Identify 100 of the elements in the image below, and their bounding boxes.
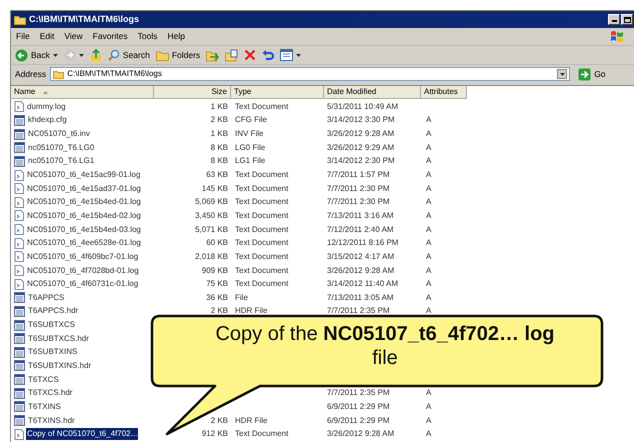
toolbar-button[interactable]: Back — [15, 48, 58, 62]
file-size: 5,071 KB — [195, 224, 228, 236]
file-name[interactable]: T6TXCS — [27, 374, 60, 386]
file-attributes: A — [426, 224, 432, 234]
file-size: 2,018 KB — [195, 250, 228, 263]
file-name[interactable]: NC051070_t6_4e15b4ed-03.log — [26, 224, 142, 236]
file-name[interactable]: NC051070_t6.inv — [27, 128, 91, 140]
file-size: 909 KB — [202, 264, 228, 276]
file-size: 3,450 KB — [195, 210, 228, 222]
file-type: Text Document — [235, 210, 288, 220]
file-name[interactable]: NC051070_t6_4f609bc7-01.log — [26, 250, 140, 263]
file-name[interactable]: nc051070_T6.LG0 — [27, 142, 96, 154]
file-size: 1 KB — [210, 128, 228, 140]
address-label: Address — [15, 68, 46, 80]
date-modified: 3/14/2012 2:30 PM — [327, 156, 395, 166]
toolbar-button[interactable]: Search — [108, 48, 150, 62]
date-modified: 5/31/2011 10:49 AM — [327, 102, 398, 111]
file-name[interactable]: khdexp.cfg — [27, 114, 68, 126]
file-name[interactable]: T6SUBTXINS — [27, 346, 78, 358]
file-type: INV File — [235, 129, 264, 138]
file-type: Text Document — [235, 429, 288, 438]
file-attributes: A — [426, 184, 432, 193]
date-modified: 3/26/2012 9:28 AM — [327, 429, 394, 438]
file-size: 36 KB — [206, 292, 228, 304]
file-name[interactable]: NC051070_t6_4e15b4ed-02.log — [26, 210, 142, 222]
file-size: 63 KB — [206, 169, 228, 182]
menu-item[interactable]: Favorites — [92, 30, 128, 43]
file-name[interactable]: T6SUBTXCS.hdr — [27, 332, 90, 345]
file-name[interactable]: T6TXCS.hdr — [27, 387, 74, 400]
file-attributes: A — [426, 306, 432, 316]
file-attributes: A — [426, 238, 432, 248]
date-modified: 7/7/2011 2:35 PM — [327, 306, 390, 316]
file-type: Text Document — [235, 197, 288, 206]
column-header[interactable]: Name — [11, 86, 154, 99]
file-type: Text Document — [235, 279, 288, 288]
date-modified: 3/26/2012 9:29 AM — [327, 142, 394, 152]
file-attributes: A — [426, 388, 432, 398]
go-button[interactable]: Go — [578, 68, 606, 80]
file-attributes: A — [426, 266, 432, 274]
date-modified: 7/7/2011 2:35 PM — [327, 388, 390, 398]
file-type: HDR File — [235, 416, 268, 425]
address-field[interactable]: C:\IBM\ITM\TMAITM6\logs — [50, 67, 570, 81]
date-modified: 7/7/2011 2:30 PM — [327, 197, 390, 206]
file-size: 60 KB — [206, 237, 228, 250]
file-size: 75 KB — [206, 278, 228, 290]
file-type: Text Document — [235, 252, 288, 261]
file-attributes: A — [426, 429, 432, 438]
file-attributes: A — [426, 402, 432, 411]
file-name[interactable]: dummy.log — [26, 100, 67, 113]
date-modified: 3/15/2012 4:17 AM — [327, 252, 394, 261]
menu-item[interactable]: Tools — [138, 30, 158, 43]
file-attributes: A — [426, 292, 432, 302]
date-modified: 6/9/2011 2:29 PM — [327, 402, 390, 411]
file-size: 5,069 KB — [195, 196, 228, 208]
file-name[interactable]: NC051070_t6_4e15b4ed-01.log — [26, 196, 142, 208]
menu-item[interactable]: Edit — [40, 30, 54, 43]
file-type: LG1 File — [235, 156, 266, 166]
file-name[interactable]: NC051070_t6_4f60731c-01.log — [26, 278, 140, 290]
menu-item[interactable]: Help — [167, 30, 185, 43]
file-type: CFG File — [235, 115, 267, 124]
menu-item[interactable]: File — [16, 30, 30, 43]
file-size: 2 KB — [210, 114, 228, 126]
menu-item[interactable]: View — [64, 30, 83, 43]
file-attributes: A — [426, 210, 432, 220]
file-attributes: A — [426, 129, 432, 138]
date-modified: 12/12/2011 8:16 PM — [327, 238, 398, 248]
file-name[interactable]: T6APPCS — [27, 292, 66, 304]
file-name[interactable]: Copy of NC051070_t6_4f702... — [26, 428, 138, 440]
file-type: Text Document — [235, 184, 288, 193]
file-name[interactable]: NC051070_t6_4f7028bd-01.log — [26, 264, 140, 276]
toolbar-button[interactable]: Folders — [156, 48, 200, 62]
file-name[interactable]: T6SUBTXINS.hdr — [27, 360, 92, 372]
file-size: 1 KB — [210, 100, 228, 113]
file-attributes: A — [426, 156, 432, 166]
file-type: File — [235, 292, 248, 302]
column-header[interactable]: Date Modified — [324, 86, 421, 99]
column-header[interactable]: Attributes — [421, 86, 467, 99]
file-name[interactable]: T6SUBTXCS — [27, 319, 76, 332]
file-name[interactable]: NC051070_t6_4ee6528e-01.log — [26, 237, 142, 250]
column-header[interactable]: Size — [154, 86, 231, 99]
file-name[interactable]: T6TXINS.hdr — [27, 414, 76, 427]
column-header[interactable]: Type — [231, 86, 324, 99]
file-size: 2 KB — [210, 414, 228, 427]
file-type: Text Document — [235, 266, 288, 274]
date-modified: 7/7/2011 1:57 PM — [327, 170, 390, 180]
file-type: Text Document — [235, 238, 288, 248]
file-attributes: A — [426, 252, 432, 261]
date-modified: 6/9/2011 2:29 PM — [327, 416, 390, 425]
file-name[interactable]: NC051070_t6_4e15ad37-01.log — [26, 182, 142, 195]
file-name[interactable]: T6TXINS — [27, 400, 62, 413]
file-name[interactable]: T6APPCS.hdr — [27, 305, 80, 318]
file-attributes: A — [426, 279, 432, 288]
file-name[interactable]: nc051070_T6.LG1 — [27, 155, 96, 168]
file-size: 2 KB — [210, 305, 228, 318]
file-type: Text Document — [235, 224, 288, 234]
callout-text: Copy of the NC05107_t6_4f702… log file — [214, 322, 556, 370]
file-attributes: A — [426, 115, 432, 124]
file-type: HDR File — [235, 306, 268, 316]
date-modified: 7/13/2011 3:05 AM — [327, 292, 394, 302]
file-name[interactable]: NC051070_t6_4e15ac99-01.log — [26, 169, 142, 182]
